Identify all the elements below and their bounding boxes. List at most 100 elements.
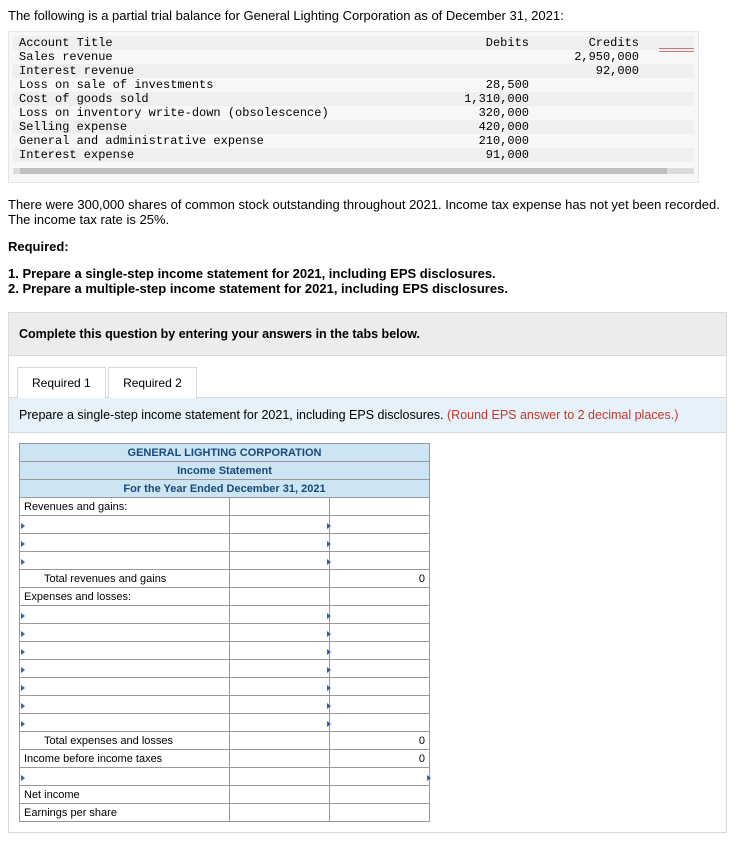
dropdown-cell[interactable] [20, 606, 230, 624]
chevron-right-icon [21, 649, 25, 655]
input-cell[interactable] [230, 624, 330, 642]
tb-account: General and administrative expense [13, 134, 379, 148]
input-cell[interactable] [330, 768, 430, 786]
tb-debit: 210,000 [379, 134, 529, 148]
chevron-right-icon [21, 541, 25, 547]
total-expenses-label: Total expenses and losses [20, 732, 230, 750]
expenses-header: Expenses and losses: [20, 588, 230, 606]
input-cell[interactable] [230, 714, 330, 732]
tb-credit [529, 120, 639, 134]
paragraph-shares: There were 300,000 shares of common stoc… [8, 197, 740, 227]
tabs-bar: Required 1 Required 2 [9, 356, 726, 397]
dropdown-cell[interactable] [20, 552, 230, 570]
total-expenses-value: 0 [330, 732, 430, 750]
cell[interactable] [330, 606, 430, 624]
tb-credit [529, 92, 639, 106]
cell[interactable] [330, 696, 430, 714]
rule-marker [659, 48, 694, 52]
dropdown-cell[interactable] [20, 642, 230, 660]
tb-debit: 420,000 [379, 120, 529, 134]
chevron-right-icon [21, 631, 25, 637]
cell[interactable] [230, 732, 330, 750]
scrollbar[interactable] [13, 168, 694, 174]
trial-balance-table: Account Title Debits Credits Sales reven… [8, 31, 699, 183]
cell[interactable] [230, 786, 330, 804]
cell[interactable] [330, 660, 430, 678]
stmt-period: For the Year Ended December 31, 2021 [20, 480, 430, 498]
dropdown-cell[interactable] [20, 624, 230, 642]
tb-account: Sales revenue [13, 50, 379, 64]
input-cell[interactable] [230, 642, 330, 660]
input-cell[interactable] [230, 678, 330, 696]
chevron-right-icon [327, 541, 331, 547]
dropdown-cell[interactable] [20, 534, 230, 552]
tb-credit: 2,950,000 [529, 50, 639, 64]
cell[interactable] [230, 804, 330, 822]
cell[interactable] [330, 552, 430, 570]
tb-account: Interest expense [13, 148, 379, 162]
cell[interactable] [330, 678, 430, 696]
intro-text: The following is a partial trial balance… [8, 8, 740, 23]
chevron-right-icon [327, 523, 331, 529]
income-pretax-value: 0 [330, 750, 430, 768]
chevron-right-icon [327, 685, 331, 691]
subheader-text: Prepare a single-step income statement f… [19, 408, 447, 422]
tb-debit [379, 50, 529, 64]
dropdown-cell[interactable] [20, 516, 230, 534]
cell[interactable] [330, 624, 430, 642]
tb-credit [529, 106, 639, 120]
requirement-2: 2. Prepare a multiple-step income statem… [8, 281, 740, 296]
tb-debit: 1,310,000 [379, 92, 529, 106]
chevron-right-icon [21, 667, 25, 673]
chevron-right-icon [327, 703, 331, 709]
cell[interactable] [330, 498, 430, 516]
chevron-right-icon [327, 649, 331, 655]
requirement-1: 1. Prepare a single-step income statemen… [8, 266, 740, 281]
input-cell[interactable] [230, 696, 330, 714]
tb-account: Loss on inventory write-down (obsolescen… [13, 106, 379, 120]
cell[interactable] [230, 588, 330, 606]
tb-account: Loss on sale of investments [13, 78, 379, 92]
dropdown-cell[interactable] [20, 678, 230, 696]
revenues-header: Revenues and gains: [20, 498, 230, 516]
cell[interactable] [330, 714, 430, 732]
tb-header-credits: Credits [529, 36, 639, 50]
cell[interactable] [230, 750, 330, 768]
cell[interactable] [330, 588, 430, 606]
chevron-right-icon [21, 721, 25, 727]
tb-debit [379, 64, 529, 78]
cell[interactable] [330, 516, 430, 534]
chevron-right-icon [327, 613, 331, 619]
tb-credit [529, 134, 639, 148]
required-label: Required: [8, 239, 740, 254]
cell[interactable] [230, 768, 330, 786]
dropdown-cell[interactable] [20, 660, 230, 678]
input-cell[interactable] [230, 534, 330, 552]
tb-account: Interest revenue [13, 64, 379, 78]
chevron-right-icon [21, 685, 25, 691]
chevron-right-icon [21, 703, 25, 709]
dropdown-cell[interactable] [20, 714, 230, 732]
input-cell[interactable] [230, 552, 330, 570]
input-cell[interactable] [330, 786, 430, 804]
dropdown-cell[interactable] [20, 768, 230, 786]
cell[interactable] [230, 498, 330, 516]
chevron-right-icon [21, 613, 25, 619]
chevron-right-icon [327, 721, 331, 727]
dropdown-cell[interactable] [20, 696, 230, 714]
tab-required-1[interactable]: Required 1 [17, 367, 106, 398]
tb-debit: 28,500 [379, 78, 529, 92]
input-cell[interactable] [230, 660, 330, 678]
tb-account: Cost of goods sold [13, 92, 379, 106]
input-cell[interactable] [230, 606, 330, 624]
cell[interactable] [330, 534, 430, 552]
input-cell[interactable] [330, 804, 430, 822]
eps-label: Earnings per share [20, 804, 230, 822]
tab-required-2[interactable]: Required 2 [108, 367, 197, 398]
input-cell[interactable] [230, 516, 330, 534]
stmt-title: Income Statement [20, 462, 430, 480]
chevron-right-icon [21, 775, 25, 781]
cell[interactable] [230, 570, 330, 588]
tb-account: Selling expense [13, 120, 379, 134]
cell[interactable] [330, 642, 430, 660]
